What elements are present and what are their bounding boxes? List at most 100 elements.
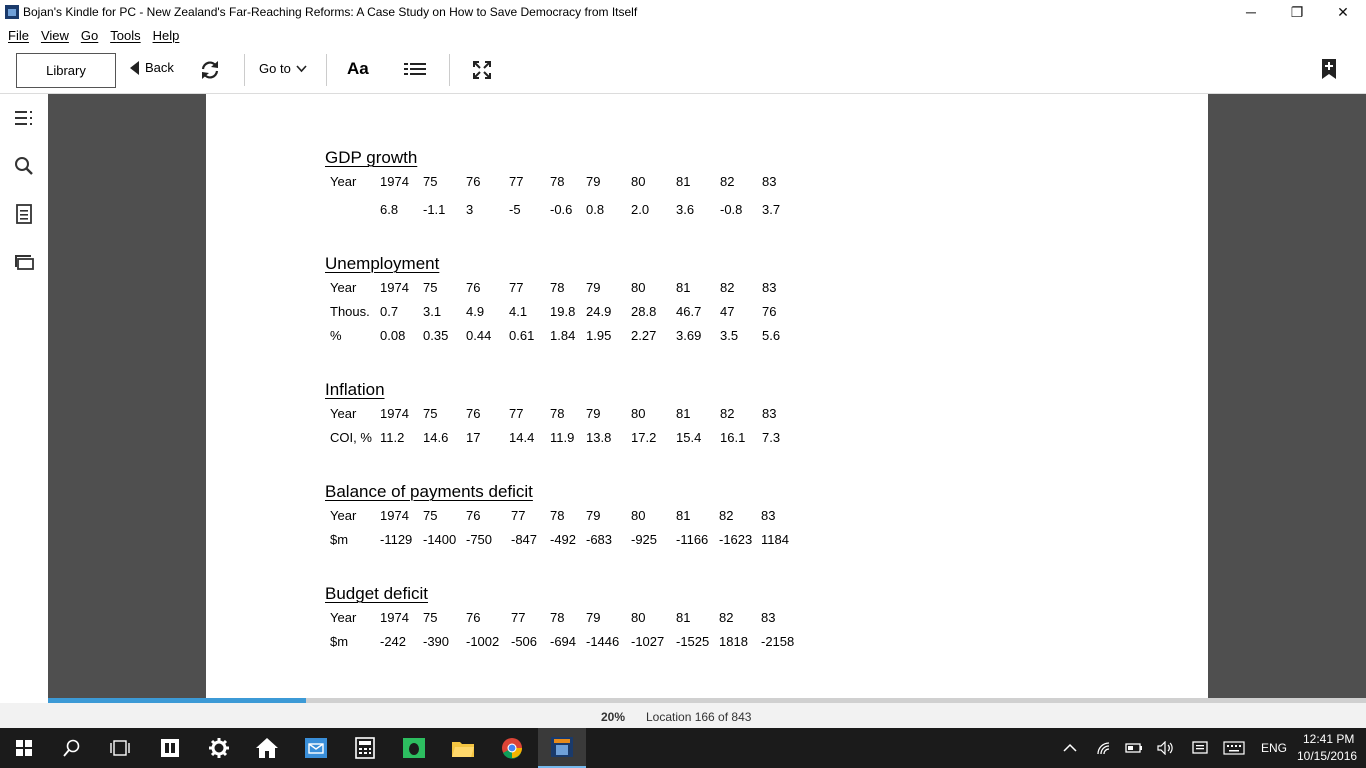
- table-cell: 0.35: [423, 328, 449, 343]
- goto-button[interactable]: Go to: [259, 61, 307, 76]
- language-indicator[interactable]: ENG: [1261, 741, 1287, 755]
- table-cell: 5.6: [762, 328, 781, 343]
- toolbar-divider: [326, 54, 327, 86]
- search-icon[interactable]: [14, 156, 34, 176]
- table-cell: 76: [466, 610, 481, 625]
- show-hidden-icons-button[interactable]: [1048, 728, 1092, 768]
- task-view-button[interactable]: [96, 728, 144, 768]
- table-cell: 76: [466, 406, 481, 421]
- bookmark-icon[interactable]: [1321, 58, 1337, 80]
- table-cell: 0.7: [380, 304, 399, 319]
- back-label: Back: [145, 60, 174, 75]
- side-rail: [0, 94, 48, 703]
- table-cell: 24.9: [586, 304, 612, 319]
- minimize-button[interactable]: ─: [1228, 0, 1274, 24]
- table-cell: 3.1: [423, 304, 442, 319]
- sync-icon[interactable]: [199, 59, 221, 81]
- table-cell: -694: [550, 634, 577, 649]
- table-section: Inflation Year 1974 75 76 77 78 79 80 81 82 83 COI, …: [325, 380, 780, 454]
- table-cell: 78: [550, 280, 565, 295]
- table-cell: 77: [511, 610, 526, 625]
- table-cell: -1623: [719, 532, 753, 547]
- clock-date[interactable]: 10/15/2016: [1297, 749, 1357, 763]
- row-label: %: [330, 328, 342, 343]
- volume-button[interactable]: [1152, 728, 1180, 768]
- table-cell: 4.1: [509, 304, 528, 319]
- table-cell: 17: [466, 430, 481, 445]
- chevron-down-icon: [296, 65, 307, 73]
- network-button[interactable]: [1090, 728, 1118, 768]
- task-view-icon: [110, 740, 130, 756]
- table-header-row: Year 1974 75 76 77 78 79 80 81 82 83: [325, 610, 775, 634]
- table-header-row: Year 1974 75 76 77 78 79 80 81 82 83: [325, 406, 776, 430]
- taskbar-app-home[interactable]: [243, 728, 291, 768]
- section-title: Inflation: [325, 380, 385, 399]
- row-label: COI, %: [330, 430, 372, 445]
- search-icon: [63, 739, 80, 757]
- table-cell: 1.95: [586, 328, 612, 343]
- table-cell: 78: [550, 610, 565, 625]
- battery-button[interactable]: [1120, 728, 1148, 768]
- table-cell: 77: [509, 174, 524, 189]
- menu-go[interactable]: Go: [81, 28, 98, 43]
- notes-icon[interactable]: [14, 204, 34, 224]
- table-cell: -683: [586, 532, 613, 547]
- fullscreen-icon[interactable]: [472, 60, 492, 80]
- flashcards-icon[interactable]: [14, 252, 34, 272]
- window-controls: ─ ❐ ✕: [1228, 0, 1366, 24]
- table-cell: 80: [631, 508, 646, 523]
- section-title: GDP growth: [325, 148, 418, 167]
- table-header-row: Year 1974 75 76 77 78 79 80 81 82 83: [325, 508, 775, 532]
- menu-help[interactable]: Help: [153, 28, 180, 43]
- table-of-contents-icon[interactable]: [403, 61, 427, 79]
- windows-logo-icon: [16, 740, 32, 756]
- navigation-list-icon[interactable]: [14, 108, 34, 128]
- toolbar-divider: [449, 54, 450, 86]
- table-cell: -1027: [631, 634, 665, 649]
- clock-time[interactable]: 12:41 PM: [1303, 732, 1354, 746]
- table-cell: 11.2: [380, 430, 405, 445]
- book-page: GDP growth Year 1974 75 76 77 78 79 80 81 82 83 6.8 -…: [206, 94, 1208, 698]
- table-cell: 75: [423, 406, 438, 421]
- table-cell: 46.7: [676, 304, 702, 319]
- close-button[interactable]: ✕: [1320, 0, 1366, 24]
- table-cell: 1974: [380, 174, 409, 189]
- row-label: Year: [330, 280, 357, 295]
- menu-file[interactable]: File: [8, 28, 29, 43]
- touch-keyboard-button[interactable]: [1220, 728, 1248, 768]
- table-cell: -0.8: [720, 202, 743, 217]
- table-cell: 1.84: [550, 328, 576, 343]
- restore-button[interactable]: ❐: [1274, 0, 1320, 24]
- menu-tools[interactable]: Tools: [110, 28, 140, 43]
- cortana-search-button[interactable]: [48, 728, 96, 768]
- goto-label: Go to: [259, 61, 291, 76]
- taskbar-app-calculator[interactable]: [341, 728, 389, 768]
- table-cell: -2158: [761, 634, 795, 649]
- table-cell: -242: [380, 634, 407, 649]
- back-arrow-icon: [130, 60, 139, 75]
- start-button[interactable]: [0, 728, 48, 768]
- taskbar-app-mail[interactable]: [292, 728, 340, 768]
- action-center-button[interactable]: [1186, 728, 1214, 768]
- taskbar-app-evernote[interactable]: [390, 728, 438, 768]
- table-cell: 81: [676, 280, 691, 295]
- table-cell: 82: [719, 508, 734, 523]
- taskbar-app-chrome[interactable]: [488, 728, 536, 768]
- back-button[interactable]: Back: [130, 60, 174, 75]
- taskbar-app-settings[interactable]: [195, 728, 243, 768]
- table-cell: -506: [511, 634, 538, 649]
- taskbar-app-kindle[interactable]: [538, 728, 586, 768]
- table-cell: 75: [423, 508, 438, 523]
- table-cell: -1166: [676, 532, 709, 547]
- table-section: Unemployment Year 1974 75 76 77 78 79 80 81 82 83 Th…: [325, 254, 780, 352]
- taskbar-app-file-explorer[interactable]: [439, 728, 487, 768]
- table-cell: 75: [423, 280, 438, 295]
- calculator-icon: [355, 737, 375, 759]
- folder-icon: [452, 742, 474, 757]
- table-cell: 6.8: [380, 202, 399, 217]
- menu-view[interactable]: View: [41, 28, 69, 43]
- table-row: Thous. 0.7 3.1 4.9 4.1 19.8 24.9 28.8 46.7 47 76: [325, 304, 776, 328]
- taskbar-app-reader[interactable]: [146, 728, 194, 768]
- library-button[interactable]: Library: [16, 53, 116, 88]
- font-settings-button[interactable]: Aa: [347, 59, 369, 79]
